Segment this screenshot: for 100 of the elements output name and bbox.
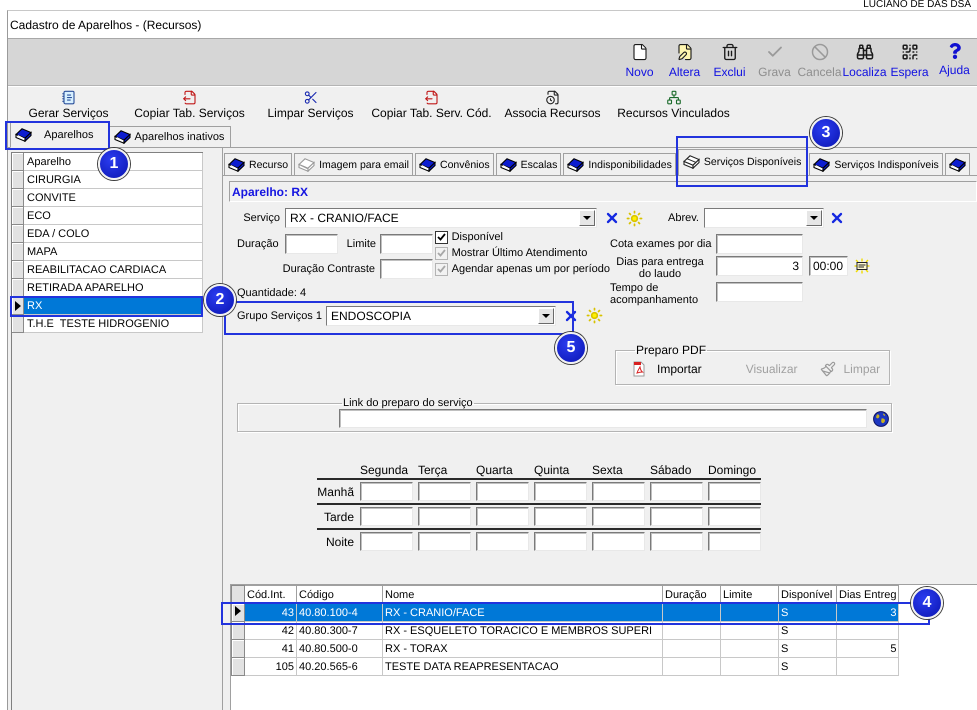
schedule-input[interactable]: [476, 482, 529, 501]
follow-up-input[interactable]: [716, 282, 803, 302]
list-item[interactable]: CONVITE: [24, 189, 203, 207]
contrast-duration-input[interactable]: [380, 259, 433, 279]
schedule-input[interactable]: [592, 532, 645, 551]
delete-button[interactable]: Exclui: [707, 41, 752, 81]
pdf-action-button[interactable]: Importar: [631, 361, 702, 377]
abbrev-dropdown[interactable]: [704, 208, 824, 228]
clear-services-button[interactable]: Limpar Serviços: [250, 87, 371, 120]
daily-quota-label: Cota exames por dia: [610, 238, 712, 250]
schedule-input[interactable]: [360, 532, 413, 551]
globe-icon[interactable]: [873, 410, 889, 426]
book-icon: [114, 130, 131, 144]
tab[interactable]: Indisponibilidades: [563, 153, 676, 175]
column-header: Disponível: [778, 586, 836, 604]
panel-title: Aparelho: RX: [229, 181, 977, 202]
service-dropdown[interactable]: RX - CRANIO/FACE: [285, 208, 597, 228]
schedule-input[interactable]: [418, 482, 471, 501]
tab[interactable]: Convênios: [414, 153, 494, 175]
list-item[interactable]: REABILITACAO CARDIACA: [24, 261, 203, 279]
list-item[interactable]: MAPA: [24, 243, 203, 261]
dropdown-button[interactable]: [538, 308, 554, 324]
schedule-input[interactable]: [650, 507, 703, 526]
row-selector[interactable]: [232, 604, 244, 622]
link-input[interactable]: [339, 409, 867, 428]
limit-label: Limite: [346, 238, 376, 250]
delivery-days-label: Dias para entrega do laudo: [615, 256, 705, 280]
tab[interactable]: Serviços Disponíveis: [678, 149, 808, 175]
column-header: Nome: [382, 586, 662, 604]
schedule-input[interactable]: [476, 507, 529, 526]
quantity-text: Quantidade: 4: [237, 287, 308, 300]
x-mark-icon[interactable]: [829, 210, 845, 226]
schedule-input[interactable]: [650, 532, 703, 551]
generate-services-button[interactable]: Gerar Serviços: [8, 87, 129, 120]
wait-button[interactable]: Espera: [887, 41, 932, 81]
tab[interactable]: Aparelhos inativos: [108, 126, 232, 147]
list-item[interactable]: RETIRADA APARELHO: [24, 279, 203, 297]
service-label: Serviço: [243, 212, 280, 224]
schedule-input[interactable]: [476, 532, 529, 551]
tab[interactable]: Aparelhos: [10, 122, 109, 148]
list-item[interactable]: ECO: [24, 207, 203, 225]
table-row[interactable]: 105 40.20.565-6 TESTE DATA REAPRESENTACAO S: [232, 658, 899, 676]
network-icon: [666, 90, 682, 105]
edit-button[interactable]: Altera: [662, 41, 707, 81]
duration-input[interactable]: [285, 234, 338, 254]
find-button[interactable]: Localiza: [842, 41, 887, 81]
table-cell: 105: [244, 658, 296, 676]
schedule-input[interactable]: [534, 532, 587, 551]
schedule-input[interactable]: [592, 507, 645, 526]
user-name: LUCIANO DE DAS DSA: [863, 0, 971, 10]
schedule-input[interactable]: [418, 532, 471, 551]
schedule-input[interactable]: [708, 482, 761, 501]
table-row[interactable]: 41 40.80.500-0 RX - TORAX S 5: [232, 640, 899, 658]
schedule-input[interactable]: [534, 507, 587, 526]
dropdown-button[interactable]: [579, 210, 595, 226]
limit-input[interactable]: [380, 234, 433, 254]
tab[interactable]: Escalas: [496, 153, 562, 175]
book-icon: [567, 158, 584, 172]
column-header: Duração: [662, 586, 720, 604]
daily-quota-input[interactable]: [716, 234, 803, 254]
help-button[interactable]: Ajuda: [932, 41, 977, 81]
schedule-input[interactable]: [360, 507, 413, 526]
row-selector[interactable]: [12, 297, 24, 315]
day-header: Terça: [418, 463, 448, 477]
list-item[interactable]: RX: [24, 297, 203, 315]
table-cell: 40.20.565-6: [296, 658, 382, 676]
schedule-input[interactable]: [418, 507, 471, 526]
group-dropdown[interactable]: ENDOSCOPIA: [326, 306, 556, 326]
new-button[interactable]: Novo: [617, 41, 662, 81]
column-header: Dias Entreg: [836, 586, 899, 604]
period-label: Manhã: [317, 484, 355, 498]
row-pointer-icon: [14, 300, 20, 310]
delivery-days-input[interactable]: 3: [716, 256, 803, 276]
schedule-input[interactable]: [360, 482, 413, 501]
schedule-input[interactable]: [708, 507, 761, 526]
schedule-input[interactable]: [650, 482, 703, 501]
note-card-icon[interactable]: [854, 258, 870, 274]
schedule-input[interactable]: [592, 482, 645, 501]
list-item[interactable]: CIRURGIA: [24, 171, 203, 189]
list-item[interactable]: EDA / COLO: [24, 225, 203, 243]
tab[interactable]: Serviços Indisponíveis: [809, 153, 943, 175]
dropdown-button[interactable]: [806, 210, 822, 226]
row-selector[interactable]: [12, 279, 24, 297]
follow-up-label: Tempo de acompanhamento: [610, 282, 700, 306]
schedule-input[interactable]: [708, 532, 761, 551]
checkbox-label: Agendar apenas um por período: [452, 263, 610, 275]
table-cell: TESTE DATA REAPRESENTACAO: [382, 658, 662, 676]
delivery-time-input[interactable]: 00:00: [809, 256, 848, 276]
day-header: Quarta: [476, 463, 513, 477]
associate-resources-button[interactable]: Associa Recursos: [492, 87, 613, 120]
copy-table-button[interactable]: Copiar Tab. Serv. Cód.: [371, 87, 492, 120]
schedule-input[interactable]: [534, 482, 587, 501]
linked-resources-button[interactable]: Recursos Vinculados: [613, 87, 734, 120]
file-pen-icon: [676, 43, 694, 61]
tab[interactable]: Imagem para email: [294, 153, 413, 175]
table-row[interactable]: 43 40.80.100-4 RX - CRANIO/FACE S 3: [232, 604, 899, 622]
tab[interactable]: Recurso: [224, 153, 292, 175]
checkbox[interactable]: [434, 230, 448, 244]
copy-table-button[interactable]: Copiar Tab. Serviços: [129, 87, 250, 120]
tab[interactable]: [944, 153, 970, 175]
